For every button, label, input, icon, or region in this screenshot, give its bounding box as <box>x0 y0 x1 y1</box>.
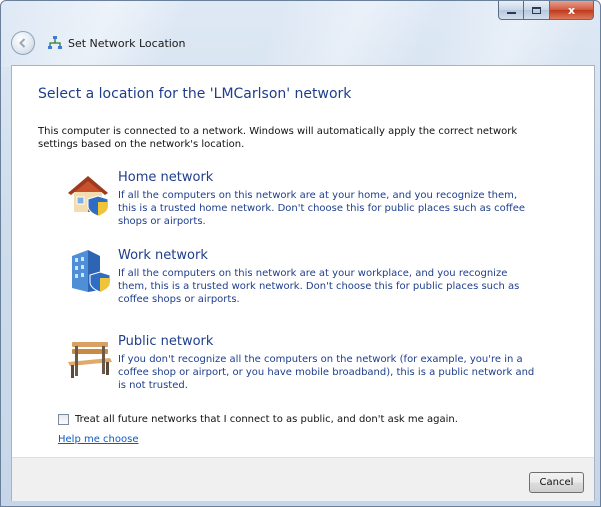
maximize-button[interactable] <box>524 1 550 20</box>
title-bar: Set Network Location <box>11 31 186 55</box>
back-button[interactable] <box>11 31 35 55</box>
option-title: Work network <box>118 248 208 263</box>
minimize-button[interactable] <box>498 1 524 20</box>
option-title: Home network <box>118 170 214 185</box>
minimize-icon <box>506 12 516 14</box>
treat-public-row: Treat all future networks that I connect… <box>58 414 458 425</box>
cancel-button[interactable]: Cancel <box>529 472 584 493</box>
park-bench-icon <box>68 342 112 378</box>
option-description: If all the computers on this network are… <box>118 190 525 227</box>
house-shield-icon <box>68 176 109 217</box>
window-title: Set Network Location <box>68 36 186 50</box>
option-description: If all the computers on this network are… <box>118 268 520 305</box>
treat-public-label[interactable]: Treat all future networks that I connect… <box>75 414 458 425</box>
help-me-choose-link[interactable]: Help me choose <box>58 434 138 445</box>
close-button[interactable]: x <box>550 1 594 20</box>
dialog-window: x Set Network Location Select a location… <box>0 0 601 507</box>
content-panel: Select a location for the 'LMCarlson' ne… <box>11 65 595 501</box>
close-icon: x <box>567 3 576 17</box>
intro-text: This computer is connected to a network.… <box>38 126 518 150</box>
option-description: If you don't recognize all the computers… <box>118 354 535 391</box>
back-arrow-icon <box>19 38 26 48</box>
treat-public-checkbox[interactable] <box>58 414 69 425</box>
footer-bar: Cancel <box>12 457 594 501</box>
office-building-shield-icon <box>72 250 111 293</box>
page-heading: Select a location for the 'LMCarlson' ne… <box>38 86 352 102</box>
maximize-icon <box>532 6 541 14</box>
option-title: Public network <box>118 334 214 349</box>
caption-buttons: x <box>498 1 594 20</box>
network-icon <box>48 36 62 49</box>
